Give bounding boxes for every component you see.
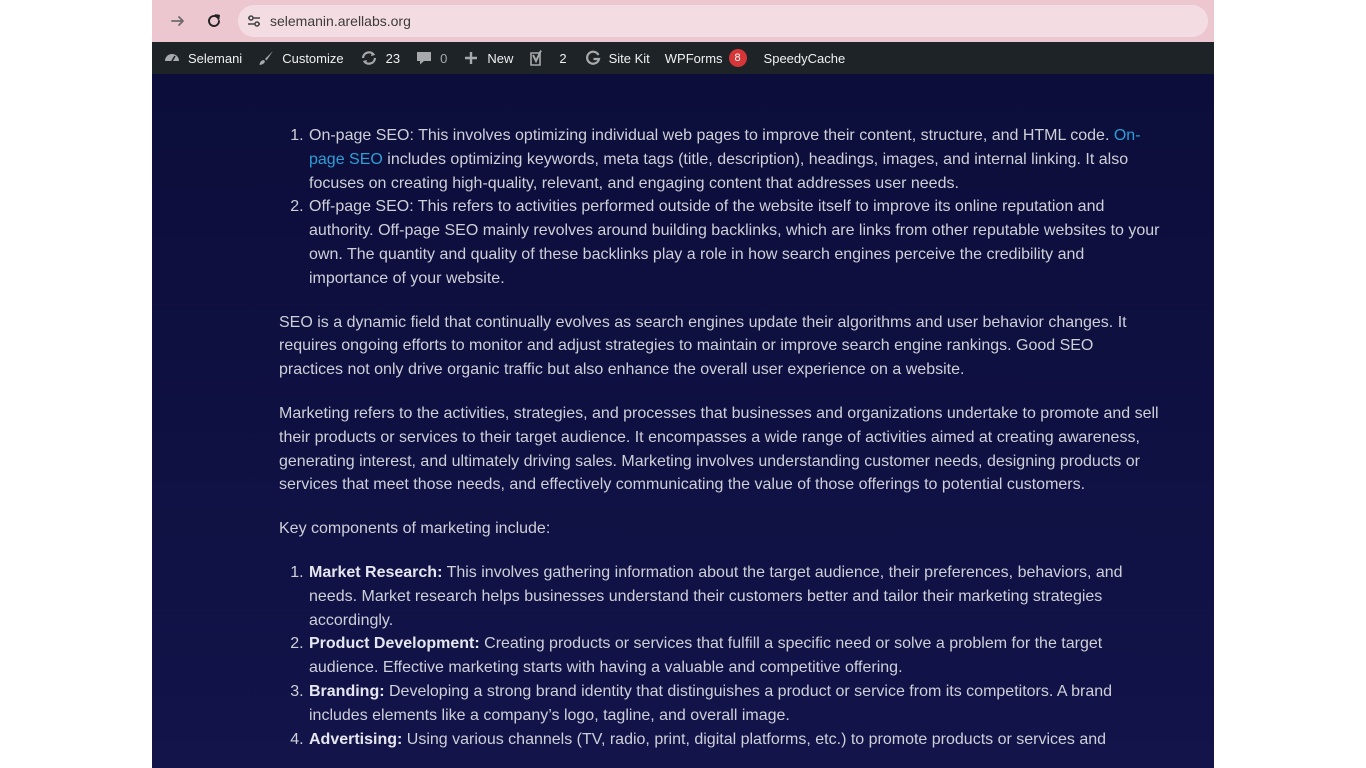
list-item: Branding: Developing a strong brand iden… xyxy=(308,680,1161,728)
wp-admin-bar: Selemani Customize 23 0 New 2 Site Kit W… xyxy=(152,42,1214,74)
browser-window: selemanin.arellabs.org Selemani Customiz… xyxy=(152,0,1214,768)
yoast-icon xyxy=(529,50,545,66)
reload-button[interactable] xyxy=(204,11,224,31)
dashboard-icon xyxy=(164,50,180,66)
page-content: On-page SEO: This involves optimizing in… xyxy=(152,74,1214,768)
notification-badge: 8 xyxy=(728,49,747,67)
url-text: selemanin.arellabs.org xyxy=(270,13,411,29)
list-item: Product Development: Creating products o… xyxy=(308,632,1161,680)
brush-icon xyxy=(258,50,274,66)
admin-bar-speedycache[interactable]: SpeedyCache xyxy=(764,42,846,74)
admin-bar-updates[interactable]: 23 xyxy=(360,42,400,74)
admin-bar-site-kit[interactable]: Site Kit xyxy=(585,42,650,74)
site-name: Selemani xyxy=(188,50,243,66)
wpforms-label: WPForms xyxy=(664,50,723,66)
arrow-right-icon xyxy=(171,16,184,26)
new-label: New xyxy=(487,50,514,66)
admin-bar-yoast[interactable]: 2 xyxy=(529,42,567,74)
updates-count: 23 xyxy=(385,50,401,66)
list-item: Off-page SEO: This refers to activities … xyxy=(308,195,1161,290)
admin-bar-site[interactable]: Selemani xyxy=(164,42,242,74)
comments-count: 0 xyxy=(440,50,448,66)
article-body: On-page SEO: This involves optimizing in… xyxy=(279,124,1161,751)
address-bar[interactable]: selemanin.arellabs.org xyxy=(238,5,1208,37)
site-settings-icon[interactable] xyxy=(246,13,262,29)
list-item: Market Research: This involves gathering… xyxy=(308,561,1161,632)
browser-toolbar: selemanin.arellabs.org xyxy=(152,0,1214,42)
admin-bar-wpforms[interactable]: WPForms 8 xyxy=(665,42,747,74)
comment-icon xyxy=(416,50,432,66)
google-g-icon xyxy=(585,50,601,66)
list-item: On-page SEO: This involves optimizing in… xyxy=(308,124,1161,195)
forward-button[interactable] xyxy=(168,11,188,31)
site-kit-label: Site Kit xyxy=(608,50,650,66)
speedycache-label: SpeedyCache xyxy=(763,50,846,66)
yoast-count: 2 xyxy=(559,50,567,66)
admin-bar-comments[interactable]: 0 xyxy=(416,42,447,74)
customize-label: Customize xyxy=(282,50,344,66)
seo-types-list: On-page SEO: This involves optimizing in… xyxy=(279,124,1161,291)
updates-icon xyxy=(360,50,378,66)
list-item: Advertising: Using various channels (TV,… xyxy=(308,728,1161,752)
plus-icon xyxy=(463,50,479,66)
paragraph: SEO is a dynamic field that continually … xyxy=(279,313,1127,379)
admin-bar-new[interactable]: New xyxy=(463,42,513,74)
paragraph: Key components of marketing include: xyxy=(279,520,551,538)
paragraph: Marketing refers to the activities, stra… xyxy=(279,404,1159,494)
marketing-components-list: Market Research: This involves gathering… xyxy=(279,561,1161,751)
reload-icon xyxy=(208,14,220,27)
admin-bar-customize[interactable]: Customize xyxy=(258,42,344,74)
